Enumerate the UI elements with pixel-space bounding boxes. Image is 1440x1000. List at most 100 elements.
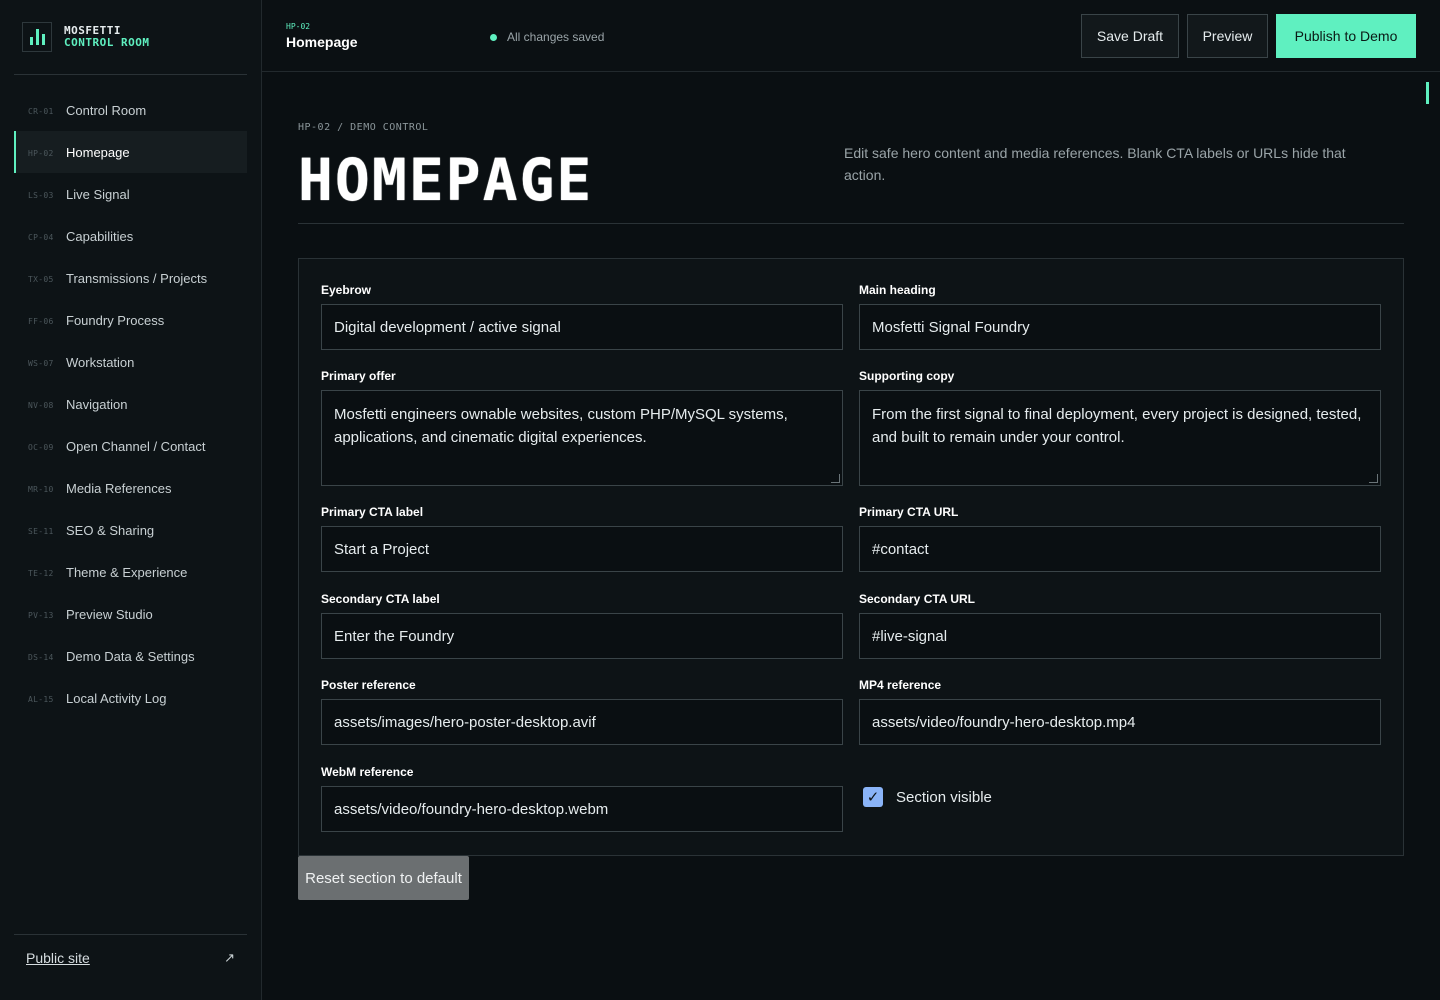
poster-reference-input[interactable]: assets/images/hero-poster-desktop.avif (321, 699, 843, 745)
sidebar-item-navigation[interactable]: NV-08 Navigation (14, 383, 247, 425)
nav-code: DS-14 (28, 652, 54, 662)
sidebar-item-theme-experience[interactable]: TE-12 Theme & Experience (14, 551, 247, 593)
sidebar-item-control-room[interactable]: CR-01 Control Room (14, 89, 247, 131)
sidebar-item-seo-sharing[interactable]: SE-11 SEO & Sharing (14, 509, 247, 551)
nav-code: CP-04 (28, 232, 54, 242)
eyebrow-input[interactable]: Digital development / active signal (321, 304, 843, 350)
save-status-text: All changes saved (507, 30, 605, 44)
brand[interactable]: MOSFETTI CONTROL ROOM (14, 0, 247, 75)
primary-offer-field: Primary offer Mosfetti engineers ownable… (321, 369, 843, 486)
sidebar-item-activity-log[interactable]: AL-15 Local Activity Log (14, 677, 247, 719)
nav-label: SEO & Sharing (66, 522, 155, 538)
eyebrow-field: Eyebrow Digital development / active sig… (321, 283, 843, 350)
mp4-reference-label: MP4 reference (859, 678, 942, 692)
primary-cta-url-input[interactable]: #contact (859, 526, 1381, 572)
scroll-indicator[interactable] (1426, 82, 1429, 104)
webm-reference-input[interactable]: assets/video/foundry-hero-desktop.webm (321, 786, 843, 832)
secondary-cta-label-label: Secondary CTA label (321, 592, 440, 606)
reset-section-button[interactable]: Reset section to default (298, 856, 469, 900)
supporting-copy-label: Supporting copy (859, 369, 955, 383)
webm-reference-field: WebM reference assets/video/foundry-hero… (321, 765, 843, 832)
section-visible-label: Section visible (896, 788, 992, 806)
poster-reference-field: Poster reference assets/images/hero-post… (321, 678, 843, 745)
nav-label: Demo Data & Settings (66, 648, 195, 664)
nav-label: Theme & Experience (66, 564, 188, 580)
public-site-link[interactable]: Public site (26, 950, 90, 966)
status-dot-icon (490, 33, 497, 41)
sidebar-item-demo-data[interactable]: DS-14 Demo Data & Settings (14, 635, 247, 677)
sidebar-footer: Public site ↗ (14, 934, 247, 980)
nav-label: Homepage (66, 144, 130, 160)
mp4-reference-input[interactable]: assets/video/foundry-hero-desktop.mp4 (859, 699, 1381, 745)
save-status: All changes saved (490, 30, 604, 44)
primary-cta-label-field: Primary CTA label Start a Project (321, 505, 843, 572)
nav-label: Transmissions / Projects (66, 270, 208, 286)
main-heading-input[interactable]: Mosfetti Signal Foundry (859, 304, 1381, 350)
nav-label: Live Signal (66, 186, 130, 202)
sidebar-item-open-channel[interactable]: OC-09 Open Channel / Contact (14, 425, 247, 467)
save-draft-button[interactable]: Save Draft (1081, 14, 1179, 58)
primary-cta-url-label: Primary CTA URL (859, 505, 959, 519)
sidebar-item-preview-studio[interactable]: PV-13 Preview Studio (14, 593, 247, 635)
nav-code: FF-06 (28, 316, 54, 326)
primary-cta-url-field: Primary CTA URL #contact (859, 505, 1381, 572)
supporting-copy-field: Supporting copy From the first signal to… (859, 369, 1381, 486)
preview-button[interactable]: Preview (1187, 14, 1268, 58)
nav-label: Media References (66, 480, 172, 496)
primary-cta-label-label: Primary CTA label (321, 505, 424, 519)
nav-code: WS-07 (28, 358, 54, 368)
sidebar-item-capabilities[interactable]: CP-04 Capabilities (14, 215, 247, 257)
divider (298, 223, 1404, 224)
nav-code: HP-02 (28, 148, 54, 158)
page-description: Edit safe hero content and media referen… (844, 145, 1346, 183)
signal-bars-icon (22, 22, 52, 52)
section-visible-toggle[interactable]: ✓ Section visible (863, 787, 992, 807)
secondary-cta-url-label: Secondary CTA URL (859, 592, 976, 606)
nav-label: Workstation (66, 354, 135, 370)
poster-reference-label: Poster reference (321, 678, 416, 692)
nav-code: OC-09 (28, 442, 54, 452)
sidebar-item-workstation[interactable]: WS-07 Workstation (14, 341, 247, 383)
nav-code: SE-11 (28, 526, 54, 536)
nav-label: Foundry Process (66, 312, 165, 328)
nav-code: TX-05 (28, 274, 54, 284)
nav-label: Open Channel / Contact (66, 438, 206, 454)
sidebar-item-media-references[interactable]: MR-10 Media References (14, 467, 247, 509)
webm-reference-label: WebM reference (321, 765, 414, 779)
page-eyebrow: HP-02 / DEMO CONTROL (298, 122, 429, 133)
nav-code: PV-13 (28, 610, 54, 620)
secondary-cta-url-input[interactable]: #live-signal (859, 613, 1381, 659)
secondary-cta-label-field: Secondary CTA label Enter the Foundry (321, 592, 843, 659)
secondary-cta-url-field: Secondary CTA URL #live-signal (859, 592, 1381, 659)
nav-label: Control Room (66, 102, 147, 118)
primary-cta-label-input[interactable]: Start a Project (321, 526, 843, 572)
primary-offer-textarea[interactable]: Mosfetti engineers ownable websites, cus… (321, 390, 843, 486)
nav-label: Local Activity Log (66, 690, 167, 706)
nav-code: LS-03 (28, 190, 54, 200)
brand-line-2: CONTROL ROOM (64, 36, 150, 49)
nav-label: Capabilities (66, 228, 134, 244)
eyebrow-label: Eyebrow (321, 283, 372, 297)
secondary-cta-label-input[interactable]: Enter the Foundry (321, 613, 843, 659)
nav-code: NV-08 (28, 400, 54, 410)
sidebar: MOSFETTI CONTROL ROOM CR-01 Control Room… (0, 0, 262, 1000)
mp4-reference-field: MP4 reference assets/video/foundry-hero-… (859, 678, 1381, 745)
sidebar-item-foundry-process[interactable]: FF-06 Foundry Process (14, 299, 247, 341)
hero-form-panel: Eyebrow Digital development / active sig… (298, 258, 1404, 856)
brand-name: MOSFETTI CONTROL ROOM (64, 25, 149, 49)
section-visible-checkbox[interactable]: ✓ (863, 787, 883, 807)
sidebar-item-transmissions[interactable]: TX-05 Transmissions / Projects (14, 257, 247, 299)
sidebar-item-live-signal[interactable]: LS-03 Live Signal (14, 173, 247, 215)
top-bar: HP-02 Homepage All changes saved Save Dr… (262, 0, 1440, 72)
nav-label: Preview Studio (66, 606, 153, 622)
external-link-icon[interactable]: ↗ (224, 950, 235, 966)
nav-code: CR-01 (28, 106, 54, 116)
main-heading-label: Main heading (859, 283, 936, 297)
page-title: HOMEPAGE (298, 146, 594, 214)
sidebar-nav: CR-01 Control Room HP-02 Homepage LS-03 … (14, 89, 247, 719)
sidebar-item-homepage[interactable]: HP-02 Homepage (14, 131, 247, 173)
main-heading-field: Main heading Mosfetti Signal Foundry (859, 283, 1381, 350)
primary-offer-label: Primary offer (321, 369, 396, 383)
publish-button[interactable]: Publish to Demo (1276, 14, 1416, 58)
supporting-copy-textarea[interactable]: From the first signal to final deploymen… (859, 390, 1381, 486)
